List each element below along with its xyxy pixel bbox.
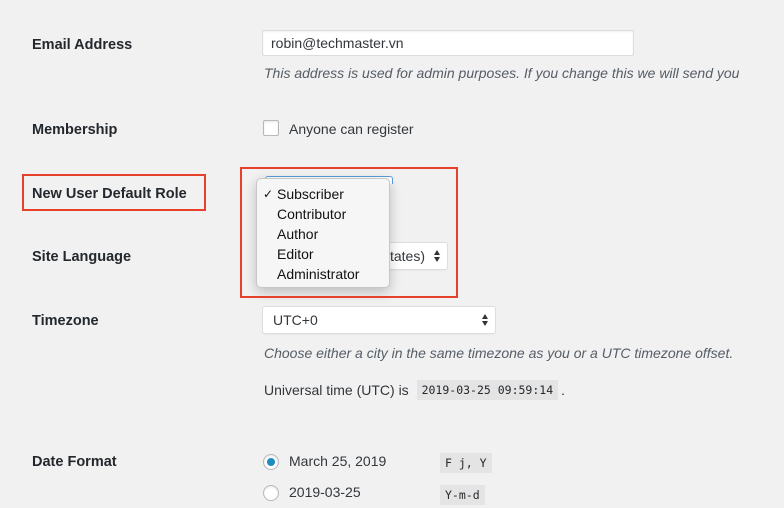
utc-time-suffix: . (561, 382, 566, 398)
anyone-can-register-label: Anyone can register (289, 121, 414, 137)
utc-time-value: 2019-03-25 09:59:14 (416, 380, 559, 400)
email-description: This address is used for admin purposes.… (264, 65, 740, 81)
default-role-dropdown: ✓ Subscriber Contributor Author Editor A… (256, 178, 390, 288)
email-address-label: Email Address (32, 37, 133, 53)
site-language-label: Site Language (32, 249, 132, 265)
timezone-description: Choose either a city in the same timezon… (264, 345, 734, 361)
date-format-option-1-label: March 25, 2019 (289, 453, 387, 469)
general-settings-form: Email Address This address is used for a… (8, 0, 784, 508)
date-format-radio-1[interactable] (263, 454, 279, 470)
role-option-subscriber[interactable]: ✓ Subscriber (257, 184, 389, 204)
checkmark-icon: ✓ (263, 187, 274, 201)
anyone-can-register-checkbox[interactable] (263, 120, 279, 136)
role-option-author[interactable]: Author (257, 224, 389, 244)
timezone-label: Timezone (32, 313, 99, 329)
date-format-option-2-code: Y-m-d (440, 485, 485, 505)
select-arrows-icon (433, 249, 441, 263)
date-format-option-1-code: F j, Y (440, 453, 492, 473)
timezone-value: UTC+0 (273, 312, 318, 328)
timezone-select[interactable]: UTC+0 (262, 306, 496, 334)
membership-label: Membership (32, 122, 118, 138)
date-format-option-2-label: 2019-03-25 (289, 484, 361, 500)
site-language-value: tates) (389, 248, 425, 264)
select-arrows-icon (481, 313, 489, 327)
default-role-label: New User Default Role (32, 186, 187, 202)
utc-time-prefix: Universal time (UTC) is (264, 382, 409, 398)
role-option-editor[interactable]: Editor (257, 244, 389, 264)
role-option-contributor[interactable]: Contributor (257, 204, 389, 224)
utc-time-line: Universal time (UTC) is 2019-03-25 09:59… (264, 380, 565, 400)
date-format-label: Date Format (32, 454, 117, 470)
email-address-input[interactable] (262, 30, 634, 56)
role-option-administrator[interactable]: Administrator (257, 264, 389, 284)
date-format-radio-2[interactable] (263, 485, 279, 501)
